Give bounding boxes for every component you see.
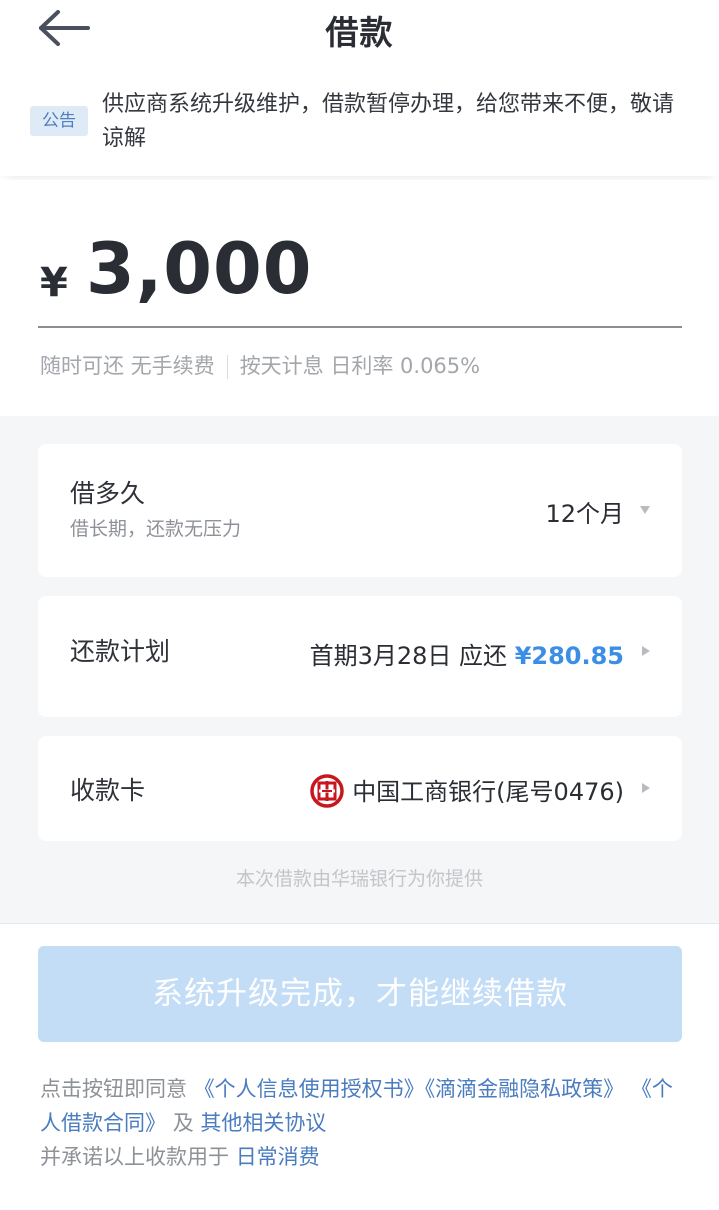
- card-bank-name: 中国工商银行(尾号0476): [352, 778, 624, 806]
- plan-label: 还款计划: [70, 637, 171, 666]
- caret-right-icon: [642, 783, 650, 793]
- page-title: 借款: [325, 13, 394, 52]
- term-sublabel: 借长期，还款无压力: [70, 518, 242, 540]
- card-value: 中国工商银行(尾号0476): [310, 772, 624, 808]
- link-privacy-policy[interactable]: 《滴滴金融隐私政策》: [425, 1077, 625, 1101]
- plan-value: 首期3月28日 应还 ¥280.85: [310, 636, 624, 671]
- link-loan-purpose[interactable]: 日常消费: [236, 1145, 320, 1169]
- term-label: 借多久: [70, 479, 146, 508]
- tip-no-fee: 随时可还 无手续费: [40, 354, 215, 378]
- header-bar: 借款: [0, 0, 719, 60]
- options-section: 借多久 借长期，还款无压力 12个月 还款计划 首期3月28日 应还 ¥280.…: [0, 416, 719, 924]
- repayment-plan-row[interactable]: 还款计划 首期3月28日 应还 ¥280.85: [38, 596, 682, 717]
- amount-section: ¥ 3,000 随时可还 无手续费 按天计息 日利率 0.065%: [0, 180, 719, 416]
- plan-first-due: 首期3月28日 应还: [309, 642, 508, 670]
- agreement-conj: 及: [172, 1111, 194, 1135]
- amount-underline: [38, 326, 682, 328]
- loan-tips: 随时可还 无手续费 按天计息 日利率 0.065%: [40, 350, 480, 380]
- link-info-authorization[interactable]: 《个人信息使用授权书》: [194, 1077, 425, 1101]
- tip-interest-rate: 按天计息 日利率 0.065%: [239, 354, 481, 378]
- card-label: 收款卡: [70, 776, 146, 805]
- notice-text: 供应商系统升级维护，借款暂停办理，给您带来不便，敬请谅解: [102, 92, 675, 151]
- provider-note: 本次借款由华瑞银行为你提供: [235, 868, 483, 890]
- receiving-card-row[interactable]: 收款卡 中国工商银行(尾号0476): [38, 736, 682, 841]
- tip-divider: [226, 355, 228, 379]
- agreement-prefix: 点击按钮即同意: [40, 1077, 187, 1101]
- plan-first-amount: ¥280.85: [514, 642, 624, 670]
- caret-right-icon: [642, 646, 650, 656]
- caret-down-icon: [640, 506, 650, 514]
- submit-loan-button[interactable]: 系统升级完成，才能继续借款: [38, 946, 682, 1042]
- agreement-text: 点击按钮即同意 《个人信息使用授权书》《滴滴金融隐私政策》 《个人借款合同》 及…: [40, 1072, 680, 1174]
- loan-amount-input[interactable]: 3,000: [86, 228, 312, 310]
- notice-bar: 公告 供应商系统升级维护，借款暂停办理，给您带来不便，敬请谅解: [0, 72, 719, 176]
- notice-tag: 公告: [30, 106, 88, 136]
- icbc-logo-icon: [310, 774, 344, 808]
- link-other-agreements[interactable]: 其他相关协议: [200, 1111, 326, 1135]
- agreement-line2-prefix: 并承诺以上收款用于: [40, 1145, 229, 1169]
- term-selector[interactable]: 借多久 借长期，还款无压力 12个月: [38, 444, 682, 577]
- currency-symbol: ¥: [40, 260, 68, 306]
- term-value: 12个月: [545, 500, 624, 528]
